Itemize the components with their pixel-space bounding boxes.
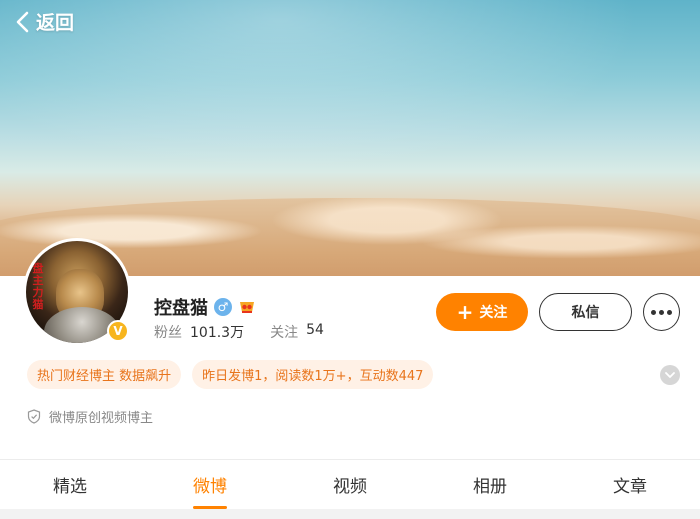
- message-button[interactable]: 私信: [539, 293, 632, 331]
- profile-intro: 微博原创视频博主: [27, 407, 153, 426]
- more-options-button[interactable]: [643, 293, 680, 331]
- tab-articles[interactable]: 文章: [560, 460, 700, 509]
- follow-button[interactable]: + 关注: [436, 293, 528, 331]
- plus-icon: +: [456, 300, 474, 324]
- tab-video[interactable]: 视频: [280, 460, 420, 509]
- tag-hot-finance[interactable]: 热门财经博主 数据飙升: [27, 360, 182, 389]
- back-button[interactable]: 返回: [14, 8, 74, 35]
- shield-icon: [27, 409, 41, 424]
- profile-stats: 粉丝 101.3万 关注 54: [154, 322, 350, 342]
- fans-label: 粉丝: [154, 325, 182, 341]
- member-level-icon[interactable]: [238, 299, 256, 315]
- tag-yesterday-stats[interactable]: 昨日发博1，阅读数1万+，互动数447: [192, 360, 434, 389]
- male-gender-icon: ♂: [214, 298, 232, 316]
- tag-list: 热门财经博主 数据飙升 昨日发博1，阅读数1万+，互动数447: [27, 360, 434, 389]
- bottom-strip: [0, 509, 700, 519]
- follow-button-label: 关注: [479, 305, 508, 321]
- message-button-label: 私信: [571, 305, 600, 321]
- profile-name: 控盘猫: [154, 298, 208, 319]
- back-label: 返回: [36, 12, 75, 34]
- fans-count: 101.3万: [190, 325, 245, 341]
- following-count: 54: [306, 322, 324, 338]
- intro-text: 微博原创视频博主: [49, 411, 154, 426]
- tab-featured[interactable]: 精选: [0, 460, 140, 509]
- avatar-stamp-text: 盘主力猫: [32, 262, 44, 311]
- profile-tabs: 精选 微博 视频 相册 文章: [0, 460, 700, 509]
- chevron-down-icon: [665, 371, 675, 378]
- verified-badge-icon: V: [107, 320, 129, 342]
- cover-sky: [0, 0, 700, 200]
- more-dots-icon: [651, 309, 672, 315]
- cover-image: [0, 0, 700, 278]
- following-stat[interactable]: 关注 54: [270, 322, 324, 342]
- name-row: 控盘猫 ♂: [154, 294, 256, 320]
- following-label: 关注: [270, 325, 299, 341]
- fans-stat[interactable]: 粉丝 101.3万: [154, 322, 244, 342]
- chevron-left-icon: [16, 11, 29, 32]
- avatar-wrapper[interactable]: 盘主力猫 V: [23, 238, 131, 346]
- expand-tags-button[interactable]: [660, 365, 680, 385]
- tab-album[interactable]: 相册: [420, 460, 560, 509]
- tab-weibo[interactable]: 微博: [140, 460, 280, 509]
